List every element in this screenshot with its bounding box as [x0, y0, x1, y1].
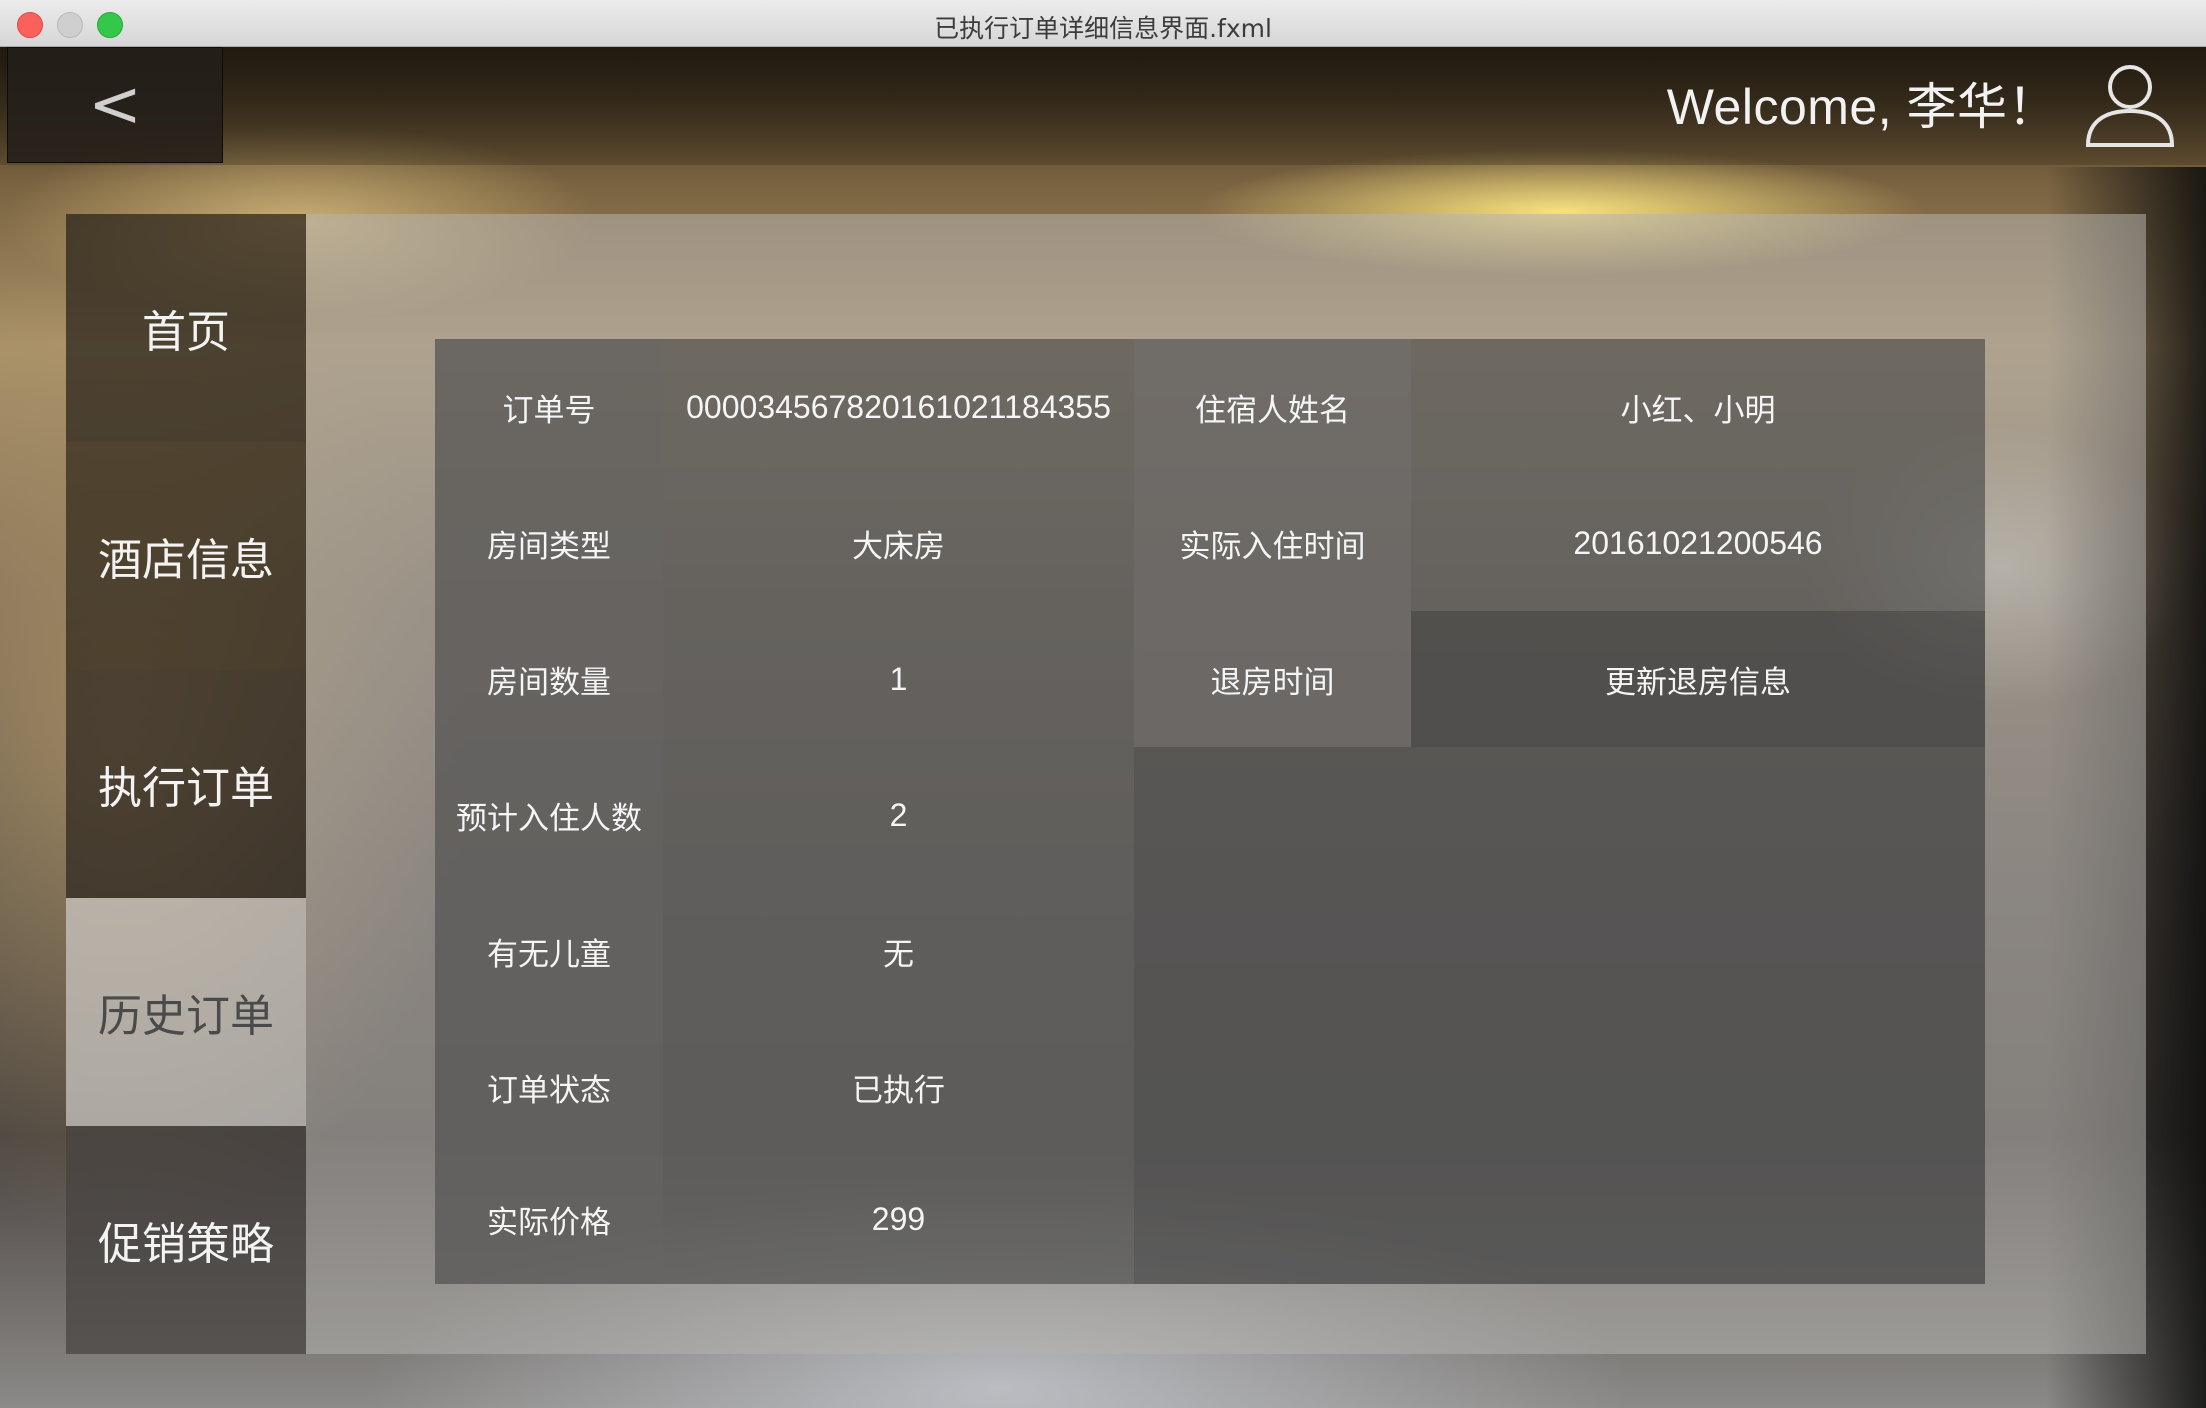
back-button[interactable]: <	[7, 47, 223, 163]
checkin-time-label: 实际入住时间	[1179, 528, 1366, 565]
sidebar-item-label: 促销策略	[98, 1219, 274, 1270]
order-status-label: 订单状态	[487, 1072, 611, 1109]
order-id-label: 订单号	[502, 392, 596, 429]
checkout-time-label: 退房时间	[1210, 664, 1335, 701]
room-count-label: 房间数量	[487, 664, 611, 701]
children-label: 有无儿童	[487, 936, 611, 973]
sidebar-item-label: 历史订单	[98, 991, 274, 1042]
order-detail-table: 订单号 房间类型 房间数量 预计入住人数 有无儿童 订单状态 实际价格 0000…	[435, 339, 1985, 1284]
guest-count-label: 预计入住人数	[456, 800, 642, 837]
sidebar-item-active-orders[interactable]: 执行订单	[66, 670, 306, 898]
room-type-label: 房间类型	[487, 528, 611, 565]
welcome-text: Welcome, 李华！	[1666, 79, 2058, 135]
order-id-value: 000034567820161021184355	[686, 388, 1111, 425]
window-title: 已执行订单详细信息界面.fxml	[934, 14, 1272, 43]
children-value: 无	[883, 936, 914, 973]
room-type-value: 大床房	[852, 528, 945, 565]
content-area: < Welcome, 李华！ 首页 酒店信息 执行订单 历史订单 促销策略 订单…	[0, 47, 2206, 1408]
guest-name-value: 小红、小明	[1620, 392, 1776, 429]
sidebar-item-label: 首页	[142, 307, 230, 358]
sidebar-item-label: 酒店信息	[98, 535, 274, 586]
user-icon[interactable]	[2082, 57, 2178, 153]
update-checkout-button[interactable]: 更新退房信息	[1411, 611, 1985, 747]
actual-price-label: 实际价格	[487, 1205, 611, 1241]
sidebar-item-promotions[interactable]: 促销策略	[66, 1126, 306, 1354]
guest-name-label: 住宿人姓名	[1195, 392, 1350, 429]
sidebar-item-order-history[interactable]: 历史订单	[66, 898, 306, 1126]
order-detail-panel: 订单号 房间类型 房间数量 预计入住人数 有无儿童 订单状态 实际价格 0000…	[306, 214, 2146, 1354]
chevron-left-icon: <	[88, 68, 142, 142]
empty-area	[1134, 747, 1985, 1284]
app-window: 已执行订单详细信息界面.fxml < Welcome, 李华！ 首页 酒店信息 …	[0, 0, 2206, 1408]
checkin-time-value: 20161021200546	[1573, 524, 1823, 561]
room-count-value: 1	[889, 660, 908, 697]
title-bar: 已执行订单详细信息界面.fxml	[0, 0, 2206, 47]
sidebar: 首页 酒店信息 执行订单 历史订单 促销策略	[66, 214, 306, 1354]
sidebar-item-home[interactable]: 首页	[66, 214, 306, 442]
actual-price-value: 299	[871, 1201, 926, 1237]
sidebar-item-hotel-info[interactable]: 酒店信息	[66, 442, 306, 670]
order-status-value: 已执行	[852, 1072, 945, 1109]
guest-count-value: 2	[889, 796, 908, 833]
sidebar-item-label: 执行订单	[98, 763, 274, 814]
